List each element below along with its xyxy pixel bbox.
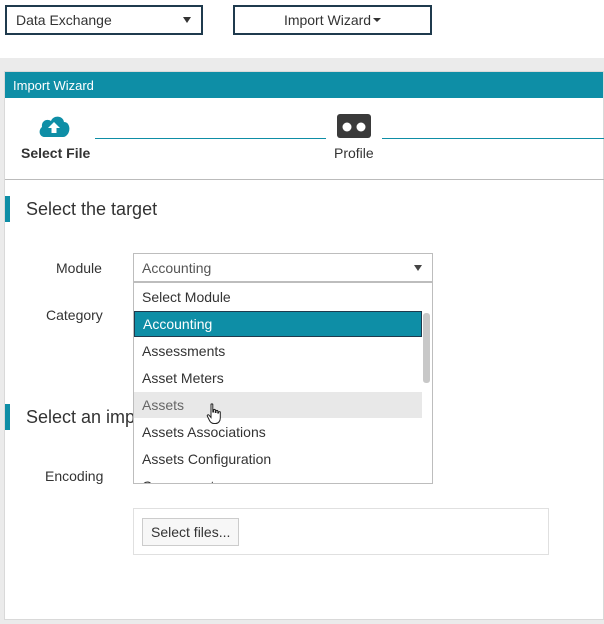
dropdown-option-asset-meters[interactable]: Asset Meters <box>134 365 422 391</box>
import-wizard-dropdown[interactable]: Import Wizard <box>233 5 432 35</box>
cloud-upload-icon <box>39 116 70 137</box>
section-import-title: Select an impo <box>5 404 145 430</box>
select-files-button[interactable]: Select files... <box>142 518 240 546</box>
hand-pointer-icon <box>206 403 221 424</box>
data-exchange-dropdown[interactable]: Data Exchange <box>5 5 203 35</box>
import-wizard-panel: Import Wizard Select File Profile Select… <box>4 71 604 620</box>
panel-header: Import Wizard <box>5 72 603 98</box>
step-connector <box>382 138 604 139</box>
wizard-steps: Select File Profile <box>5 98 604 180</box>
module-dropdown-list[interactable]: Select Module Accounting Assessments Ass… <box>133 282 433 484</box>
top-bar: Data Exchange Import Wizard <box>0 0 604 58</box>
file-upload-area: Select files... <box>133 508 549 555</box>
module-label: Module <box>56 260 102 276</box>
dropdown-option-components[interactable]: Components <box>134 473 422 483</box>
caret-down-icon <box>373 18 382 22</box>
step-connector <box>95 138 326 139</box>
category-label: Category <box>46 307 103 323</box>
dropdown-option-assessments[interactable]: Assessments <box>134 338 422 364</box>
profile-icon <box>337 114 371 138</box>
panel-title: Import Wizard <box>13 77 94 93</box>
encoding-label: Encoding <box>45 468 104 484</box>
data-exchange-label: Data Exchange <box>16 12 112 28</box>
dropdown-option-select-module[interactable]: Select Module <box>134 284 422 310</box>
dropdown-option-assets-associations[interactable]: Assets Associations <box>134 419 422 445</box>
step-profile[interactable]: Profile <box>334 145 374 161</box>
dropdown-scrollbar[interactable] <box>423 313 430 383</box>
dropdown-option-accounting[interactable]: Accounting <box>134 311 422 337</box>
section-target-title: Select the target <box>5 196 157 222</box>
module-select-value: Accounting <box>142 259 212 276</box>
import-wizard-label: Import Wizard <box>283 12 372 28</box>
dropdown-option-assets[interactable]: Assets <box>134 392 422 418</box>
module-select[interactable]: Accounting <box>133 253 433 282</box>
dropdown-option-assets-configuration[interactable]: Assets Configuration <box>134 446 422 472</box>
step-select-file[interactable]: Select File <box>21 145 90 161</box>
chevron-down-icon <box>414 265 422 271</box>
chevron-down-icon <box>183 17 191 23</box>
